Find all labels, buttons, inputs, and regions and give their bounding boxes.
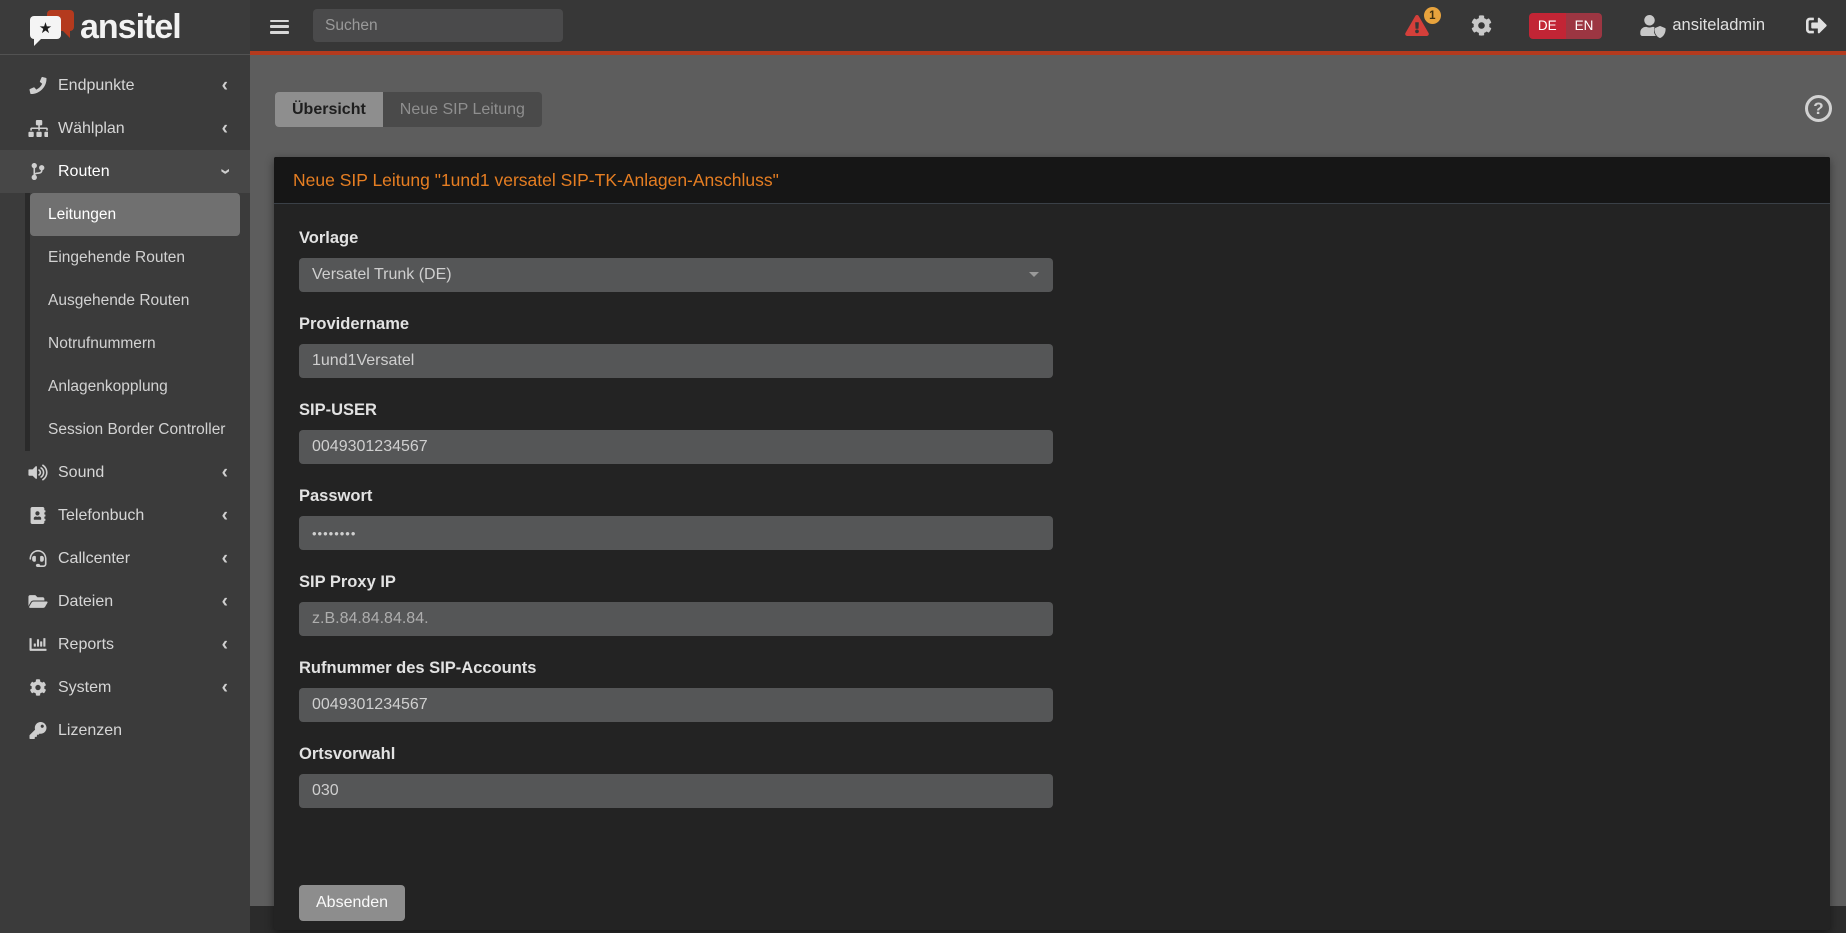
topbar-right: 1 DE EN ansiteladmin — [1405, 7, 1828, 39]
search-input[interactable] — [313, 9, 563, 42]
tab-neue-sip-leitung[interactable]: Neue SIP Leitung — [382, 92, 542, 127]
sidebar-subitem-eingehende-routen[interactable]: Eingehende Routen — [30, 236, 250, 279]
help-button[interactable]: ? — [1805, 95, 1832, 122]
panel-header: Neue SIP Leitung "1und1 versatel SIP-TK-… — [274, 157, 1830, 204]
code-branch-icon — [31, 163, 45, 180]
sidebar-item-label: Lizenzen — [58, 721, 123, 739]
sidebar-menu: Endpunkte ‹ Wählplan ‹ Routen ‹ Leitungen Einge… — [0, 55, 250, 752]
passwort-label: Passwort — [299, 487, 373, 505]
sidebar-item-label: Callcenter — [58, 549, 131, 567]
vorlage-select[interactable]: Versatel Trunk (DE) — [299, 258, 1053, 292]
chevron-left-icon: ‹ — [221, 75, 228, 96]
chevron-left-icon: ‹ — [221, 591, 228, 612]
chevron-left-icon: ‹ — [221, 634, 228, 655]
folder-open-icon — [28, 595, 48, 608]
rufnummer-sip-account-label: Rufnummer des SIP-Accounts — [299, 659, 537, 677]
sidebar-item-label: Sound — [58, 463, 105, 481]
sidebar-item-label: Telefonbuch — [58, 506, 145, 524]
settings-button[interactable] — [1471, 15, 1492, 36]
logo-star-bubble-icon: ★ — [30, 16, 61, 46]
chevron-left-icon: ‹ — [221, 462, 228, 483]
sidebar-item-endpunkte[interactable]: Endpunkte ‹ — [0, 64, 250, 107]
phone-icon — [29, 77, 47, 94]
sidebar-item-label: Wählplan — [58, 119, 125, 137]
language-switch: DE EN — [1528, 12, 1603, 39]
sidebar-item-sound[interactable]: Sound ‹ — [0, 451, 250, 494]
sidebar-item-lizenzen[interactable]: Lizenzen — [0, 709, 250, 752]
sidebar-subitem-ausgehende-routen[interactable]: Ausgehende Routen — [30, 279, 250, 322]
logo-bubbles-icon: ★ — [30, 9, 76, 46]
address-book-icon — [30, 507, 46, 524]
key-icon — [29, 722, 47, 739]
logout-button[interactable] — [1805, 15, 1828, 36]
language-en-button[interactable]: EN — [1565, 12, 1603, 39]
chevron-left-icon: ‹ — [221, 548, 228, 569]
sidebar-subitem-notrufnummern[interactable]: Notrufnummern — [30, 322, 250, 365]
panel-title: Neue SIP Leitung "1und1 versatel SIP-TK-… — [293, 169, 779, 190]
user-menu[interactable]: ansiteladmin — [1640, 15, 1765, 38]
sidebar-item-label: Endpunkte — [58, 76, 135, 94]
sidebar-item-label: Dateien — [58, 592, 114, 610]
username-label: ansiteladmin — [1672, 16, 1765, 34]
user-shield-icon — [1640, 15, 1667, 38]
sidebar-submenu-routen: Leitungen Eingehende Routen Ausgehende Rou… — [25, 193, 250, 451]
providername-input[interactable] — [299, 344, 1053, 378]
gear-icon — [1471, 15, 1492, 36]
chevron-left-icon: ‹ — [221, 118, 228, 139]
volume-up-icon — [28, 464, 48, 481]
tab--bersicht[interactable]: Übersicht — [275, 92, 383, 127]
sitemap-icon — [28, 120, 48, 137]
sidebar-item-label: Routen — [58, 162, 110, 180]
sidebar-item-label: Reports — [58, 635, 115, 653]
sidebar-subitem-leitungen[interactable]: Leitungen — [30, 193, 240, 236]
passwort-input[interactable] — [299, 516, 1053, 550]
sidebar-subitem-session-border-controller[interactable]: Session Border Controller — [30, 408, 250, 451]
chevron-left-icon: ‹ — [221, 505, 228, 526]
chevron-left-icon: ‹ — [221, 677, 228, 698]
sidebar-item-routen[interactable]: Routen ‹ — [0, 150, 250, 193]
rufnummer-sip-account-input[interactable] — [299, 688, 1053, 722]
providername-label: Providername — [299, 315, 410, 333]
ortsvorwahl-input[interactable] — [299, 774, 1053, 808]
sidebar-item-telefonbuch[interactable]: Telefonbuch ‹ — [0, 494, 250, 537]
chevron-down-icon: ‹ — [214, 168, 236, 175]
form-panel: Neue SIP Leitung "1und1 versatel SIP-TK-… — [274, 157, 1830, 930]
alert-count-badge: 1 — [1423, 7, 1441, 24]
sidebar-item-dateien[interactable]: Dateien ‹ — [0, 580, 250, 623]
vorlage-selected-value: Versatel Trunk (DE) — [312, 266, 452, 283]
ortsvorwahl-label: Ortsvorwahl — [299, 745, 396, 763]
sidebar-item-callcenter[interactable]: Callcenter ‹ — [0, 537, 250, 580]
sidebar: ★ ansitel Endpunkte ‹ Wählplan ‹ Routen ‹ Leit… — [0, 0, 250, 933]
absenden-submit-button[interactable]: Absenden — [299, 885, 406, 921]
topbar: 1 DE EN ansiteladmin — [250, 0, 1846, 55]
panel-body: Vorlage Versatel Trunk (DE) Providername S… — [274, 204, 1830, 930]
chart-bar-icon — [29, 638, 47, 651]
sidebar-item-reports[interactable]: Reports ‹ — [0, 623, 250, 666]
select-caret-icon — [1029, 272, 1039, 282]
headset-icon — [29, 550, 47, 567]
sip-user-input[interactable] — [299, 430, 1053, 464]
main-column: 1 DE EN ansiteladmin — [250, 0, 1846, 933]
logo-text: ansitel — [80, 7, 182, 46]
content-area: Übersicht Neue SIP Leitung ? Neue SIP Lei… — [250, 55, 1846, 930]
sidebar-item-label: System — [58, 678, 112, 696]
sip-proxy-ip-label: SIP Proxy IP — [299, 573, 396, 591]
tab-bar: Übersicht Neue SIP Leitung — [275, 92, 542, 127]
hamburger-menu-icon[interactable] — [270, 19, 289, 34]
sip-user-label: SIP-USER — [299, 401, 377, 419]
language-de-button[interactable]: DE — [1528, 12, 1566, 39]
alerts-button[interactable]: 1 — [1405, 7, 1441, 36]
sidebar-item-system[interactable]: System ‹ — [0, 666, 250, 709]
logo[interactable]: ★ ansitel — [0, 0, 250, 55]
app-root: ★ ansitel Endpunkte ‹ Wählplan ‹ Routen ‹ Leit… — [0, 0, 1846, 933]
sign-out-icon — [1806, 17, 1827, 34]
vorlage-label: Vorlage — [299, 229, 359, 247]
sip-proxy-ip-input[interactable] — [299, 602, 1053, 636]
sidebar-subitem-anlagenkopplung[interactable]: Anlagenkopplung — [30, 365, 250, 408]
sidebar-item-waehlplan[interactable]: Wählplan ‹ — [0, 107, 250, 150]
cogs-icon — [30, 679, 46, 696]
